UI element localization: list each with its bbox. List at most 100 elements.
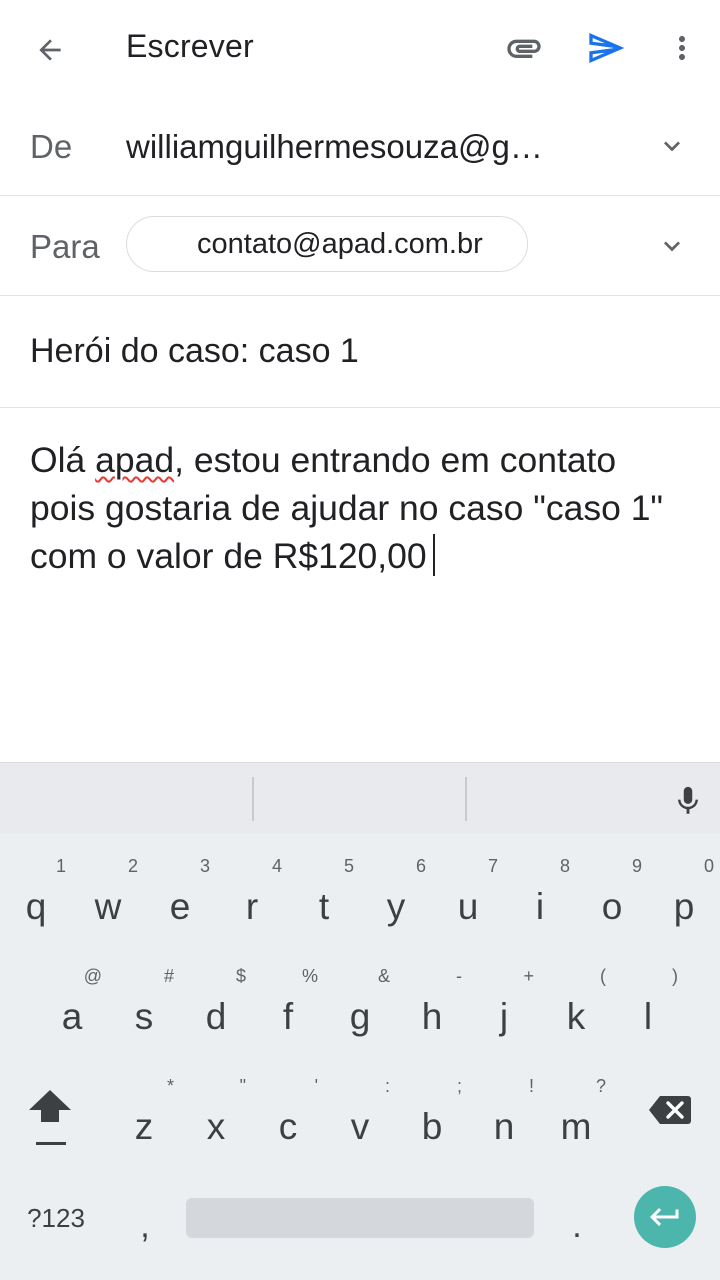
enter-key[interactable] (634, 1186, 696, 1248)
key-hint: 0 (703, 856, 714, 876)
key-j[interactable]: + j (468, 952, 540, 1060)
key-label: v (350, 1106, 370, 1147)
backspace-icon (649, 1096, 691, 1124)
key-u[interactable]: 7u (432, 842, 504, 950)
to-label: Para (30, 228, 100, 265)
key-label: u (457, 886, 479, 927)
key-z[interactable]: * z (108, 1062, 180, 1170)
key-b[interactable]: ; b (396, 1062, 468, 1170)
voice-input-button[interactable] (664, 777, 712, 825)
to-expand-button[interactable] (648, 222, 696, 270)
key-d[interactable]: $ d (180, 952, 252, 1060)
top-app-bar: Escrever (0, 0, 720, 98)
recipient-chip[interactable]: contato@apad.com.br (126, 216, 528, 272)
key-label: w (94, 886, 122, 927)
key-label: g (349, 996, 371, 1037)
more-vert-icon (679, 36, 685, 60)
key-q[interactable]: 1q (0, 842, 72, 950)
key-g[interactable]: & g (324, 952, 396, 1060)
key-hint: 7 (487, 856, 498, 876)
key-p[interactable]: 0p (648, 842, 720, 950)
comma-key[interactable]: , (120, 1196, 170, 1256)
key-label: h (421, 996, 443, 1037)
key-c[interactable]: ' c (252, 1062, 324, 1170)
key-label: b (421, 1106, 443, 1147)
period-key[interactable]: . (552, 1196, 602, 1256)
caps-indicator (36, 1142, 66, 1145)
key-m[interactable]: ? m (540, 1062, 612, 1170)
key-hint: : (384, 1076, 390, 1096)
key-n[interactable]: ! n (468, 1062, 540, 1170)
key-label: l (643, 996, 653, 1037)
key-hint: ! (528, 1076, 534, 1096)
key-hint: 4 (271, 856, 282, 876)
key-v[interactable]: :v (324, 1062, 396, 1170)
to-row: Para contato@apad.com.br (0, 196, 720, 296)
key-label: s (134, 996, 154, 1037)
subject-row: Herói do caso: caso 1 (0, 296, 720, 408)
key-label: o (601, 886, 623, 927)
key-hint: - (456, 966, 462, 986)
key-i[interactable]: 8i (504, 842, 576, 950)
key-label: t (318, 886, 330, 927)
key-label: q (25, 886, 47, 927)
enter-arrow-icon (650, 1208, 679, 1226)
from-expand-button[interactable] (648, 122, 696, 170)
key-f[interactable]: % f (252, 952, 324, 1060)
key-label: m (560, 1106, 592, 1147)
key-t[interactable]: 5t (288, 842, 360, 950)
key-h[interactable]: -h (396, 952, 468, 1060)
key-l[interactable]: ) l (612, 952, 684, 1060)
key-label: a (61, 996, 83, 1037)
recipient-chip-label: contato@apad.com.br (197, 227, 483, 260)
key-hint: " (239, 1076, 246, 1096)
key-a[interactable]: @ a (36, 952, 108, 1060)
subject-field[interactable]: Herói do caso: caso 1 (30, 332, 359, 371)
key-hint: + (523, 966, 534, 986)
chevron-down-icon (664, 141, 680, 152)
paperclip-icon (507, 39, 541, 58)
key-x[interactable]: " x (180, 1062, 252, 1170)
key-k[interactable]: (k (540, 952, 612, 1060)
key-hint: # (163, 966, 174, 986)
from-address[interactable]: williamguilhermesouza@g… (126, 128, 543, 166)
key-hint: 3 (199, 856, 210, 876)
screen-title: Escrever (126, 28, 254, 64)
space-bar[interactable] (186, 1198, 534, 1238)
back-button[interactable] (22, 26, 78, 74)
key-label: n (493, 1106, 515, 1147)
key-label: k (566, 996, 586, 1037)
attach-button[interactable] (500, 24, 548, 72)
symbols-key[interactable]: ?123 (14, 1188, 98, 1248)
key-hint: ? (595, 1076, 606, 1096)
more-options-button[interactable] (660, 24, 704, 72)
key-hint: ( (600, 966, 606, 986)
key-hint: $ (235, 966, 246, 986)
key-label: c (278, 1106, 298, 1147)
compose-body[interactable]: Olá apad, estou entrando em contato pois… (30, 436, 690, 580)
key-o[interactable]: 9o (576, 842, 648, 950)
misspelled-word[interactable]: apad (95, 440, 174, 480)
key-hint: % (301, 966, 318, 986)
shift-key[interactable] (14, 1080, 86, 1180)
key-s[interactable]: # s (108, 952, 180, 1060)
send-button[interactable] (582, 24, 630, 72)
key-hint: ; (456, 1076, 462, 1096)
backspace-key[interactable] (634, 1080, 706, 1140)
from-row: De williamguilhermesouza@g… (0, 98, 720, 196)
key-label: r (245, 886, 259, 927)
key-hint: 2 (127, 856, 138, 876)
key-label: i (535, 886, 545, 927)
key-hint: 6 (415, 856, 426, 876)
key-hint: @ (83, 966, 102, 986)
body-text-start: Olá (30, 440, 96, 480)
key-hint: & (377, 966, 390, 986)
key-label: f (282, 996, 294, 1037)
key-e[interactable]: 3e (144, 842, 216, 950)
suggestion-strip (0, 762, 720, 834)
key-label: p (673, 886, 695, 927)
key-r[interactable]: 4r (216, 842, 288, 950)
key-y[interactable]: 6y (360, 842, 432, 950)
microphone-icon (678, 786, 698, 814)
key-w[interactable]: 2w (72, 842, 144, 950)
